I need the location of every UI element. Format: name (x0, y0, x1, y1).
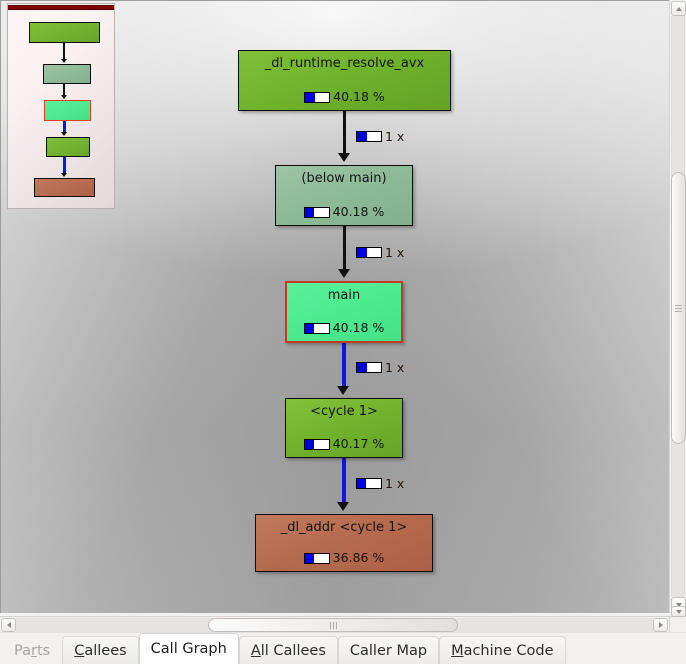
graph-edge-label: 1 x (356, 129, 404, 144)
tab-parts[interactable]: Parts (2, 636, 63, 664)
tab-label: Parts (14, 642, 51, 659)
tab-label: Call Graph (150, 641, 227, 657)
graph-node-cost: 36.86 % (303, 550, 385, 565)
graph-node[interactable]: (below main) 40.18 % (275, 165, 413, 226)
tab-all-callees[interactable]: All Callees (238, 636, 338, 664)
call-graph-canvas[interactable]: 1 x 1 x 1 x 1 x _dl_runtime_resolve_avx … (0, 0, 669, 613)
overview-mini-node-selected (44, 100, 91, 121)
graph-node-label: (below main) (301, 171, 387, 186)
overview-mini-edge (63, 43, 65, 60)
graph-node-cost: 40.18 % (303, 320, 385, 335)
tab-machine-code[interactable]: Machine Code (439, 636, 566, 664)
overview-mini-node (43, 64, 91, 84)
call-count-bar-icon (356, 362, 382, 373)
edge-label-text: 1 x (385, 360, 405, 375)
overview-content (8, 4, 114, 208)
graph-node-cost-text: 40.18 % (333, 89, 385, 104)
call-graph-view: 1 x 1 x 1 x 1 x _dl_runtime_resolve_avx … (0, 0, 686, 664)
graph-node-label: _dl_addr <cycle 1> (280, 520, 408, 535)
call-count-bar-icon (356, 478, 382, 489)
scrollbar-corner (669, 606, 686, 633)
tab-label: All Callees (250, 642, 326, 659)
graph-node[interactable]: <cycle 1> 40.17 % (285, 398, 403, 458)
graph-node-cost: 40.18 % (304, 90, 385, 104)
overview-mini-arrow-icon (61, 59, 67, 63)
chevron-up-icon (675, 6, 682, 11)
horizontal-scroll-thumb[interactable] (208, 618, 458, 632)
graph-node-label: main (327, 288, 361, 303)
graph-edge[interactable] (343, 111, 346, 156)
graph-node-cost-text: 40.18 % (332, 204, 385, 219)
graph-edge[interactable] (342, 458, 346, 505)
graph-edge-arrow-icon (337, 502, 349, 511)
cost-bar-icon (303, 552, 330, 564)
vertical-scrollbar[interactable] (669, 0, 686, 613)
cost-bar-icon (303, 438, 330, 450)
graph-edge-arrow-icon (338, 153, 350, 162)
graph-node-cost: 40.18 % (303, 204, 385, 219)
graph-node-cost-text: 40.18 % (332, 320, 385, 335)
graph-edge-label: 1 x (356, 476, 404, 491)
edge-label-text: 1 x (385, 476, 405, 491)
overview-mini-node (46, 137, 90, 157)
grip-icon (329, 621, 337, 629)
tab-caller-map[interactable]: Caller Map (337, 636, 440, 664)
cost-bar-icon (304, 91, 331, 103)
tab-call-graph[interactable]: Call Graph (138, 633, 239, 664)
overview-mini-arrow-icon (61, 132, 67, 136)
chevron-right-icon (658, 622, 663, 628)
tab-label: Callees (74, 642, 127, 659)
graph-node[interactable]: _dl_addr <cycle 1> 36.86 % (255, 514, 433, 572)
birds-eye-overview-panel[interactable] (7, 3, 115, 209)
view-tab-bar[interactable]: Parts Callees Call Graph All Callees Cal… (0, 632, 686, 664)
scroll-up-button[interactable] (671, 1, 686, 16)
overview-mini-node (29, 22, 100, 43)
scroll-left-button[interactable] (1, 618, 16, 632)
chevron-left-icon (6, 622, 11, 628)
call-count-bar-icon (356, 247, 382, 258)
scroll-right-button[interactable] (653, 618, 668, 632)
graph-node-label: _dl_runtime_resolve_avx (264, 56, 425, 71)
overview-mini-node (34, 178, 95, 197)
graph-edge[interactable] (343, 226, 346, 272)
graph-node-label: <cycle 1> (310, 404, 378, 419)
call-count-bar-icon (356, 131, 382, 142)
tab-label: Machine Code (451, 642, 554, 659)
graph-node-cost-text: 40.17 % (332, 436, 385, 451)
tab-label: Caller Map (349, 642, 428, 659)
graph-node-cost-text: 36.86 % (332, 550, 385, 565)
edge-label-text: 1 x (385, 245, 405, 260)
cost-bar-icon (303, 206, 330, 218)
graph-edge-label: 1 x (356, 245, 404, 260)
graph-edge-arrow-icon (337, 386, 349, 395)
graph-node[interactable]: _dl_runtime_resolve_avx 40.18 % (238, 50, 451, 111)
overview-mini-arrow-icon (61, 95, 67, 99)
overview-mini-arrow-icon (61, 173, 67, 177)
graph-edge-label: 1 x (356, 360, 404, 375)
scroll-corner-up-button[interactable] (671, 606, 686, 617)
overview-mini-edge (63, 157, 66, 174)
grip-icon (675, 304, 682, 312)
tab-callees[interactable]: Callees (62, 636, 139, 664)
overview-viewport-rect[interactable] (8, 5, 114, 10)
cost-bar-icon (303, 322, 330, 334)
chevron-down-icon (675, 609, 682, 614)
graph-edge-arrow-icon (338, 269, 350, 278)
graph-node-cost: 40.17 % (303, 436, 385, 451)
vertical-scroll-thumb[interactable] (671, 172, 686, 444)
edge-label-text: 1 x (385, 129, 405, 144)
graph-edge[interactable] (342, 343, 346, 389)
horizontal-scrollbar[interactable] (0, 616, 669, 633)
graph-node-selected[interactable]: main 40.18 % (285, 281, 403, 343)
